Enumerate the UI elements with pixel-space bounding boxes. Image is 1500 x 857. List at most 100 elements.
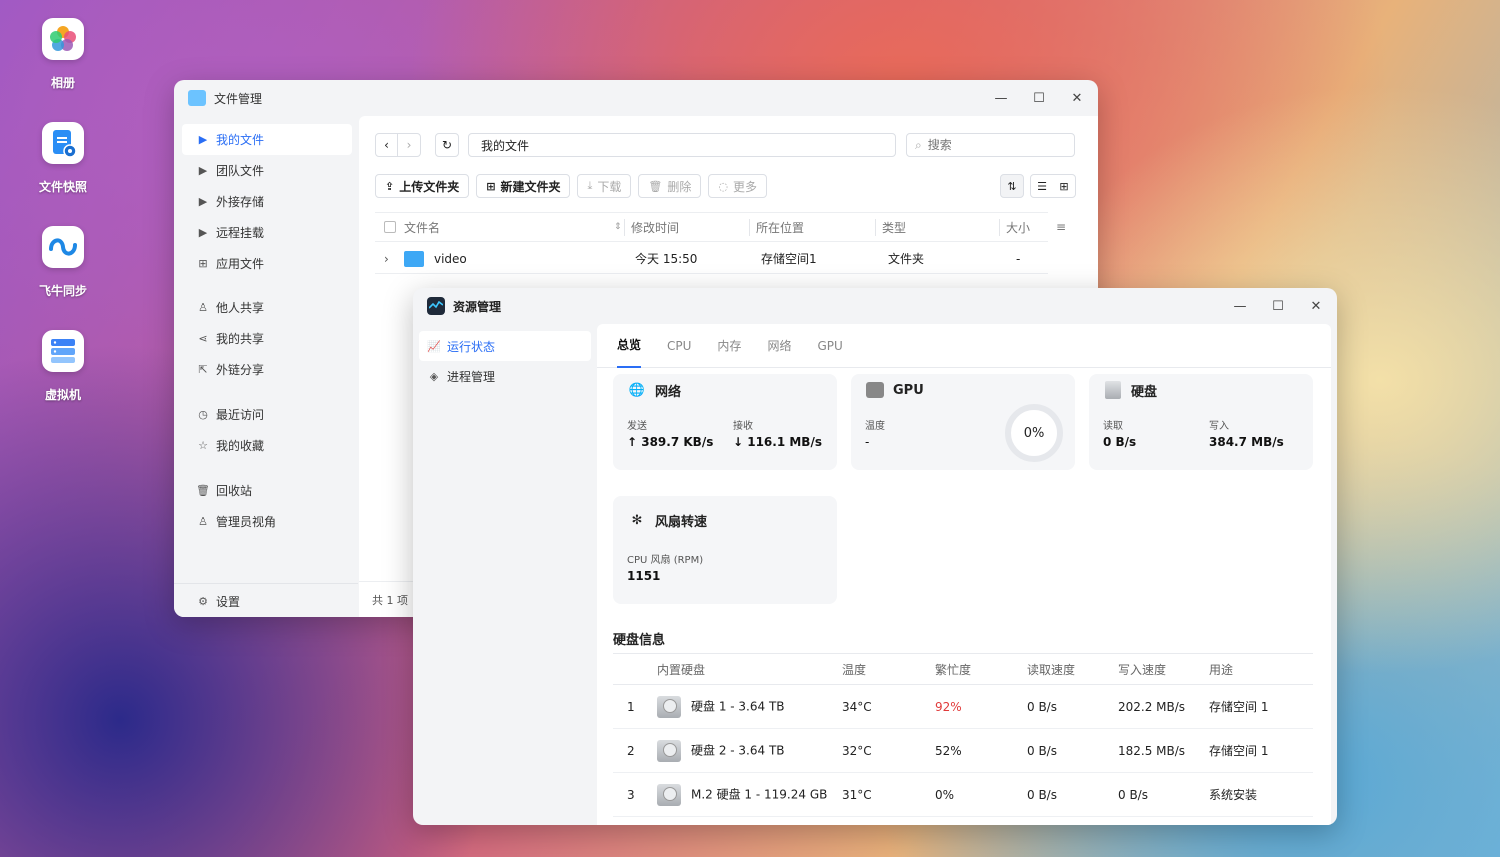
grid-view-button[interactable]: ⊞ [1053,175,1075,197]
sidebar-item-recent[interactable]: ◷ 最近访问 [182,399,352,430]
path-bar[interactable]: 我的文件 [468,133,896,157]
tab-network[interactable]: 网络 [767,324,791,368]
upload-folder-button[interactable]: ⇪ 上传文件夹 [375,174,470,198]
gpu-chip-icon [865,380,885,400]
send-label: 发送 [627,421,647,432]
back-button[interactable]: ‹ [376,134,398,156]
desktop-icon-vm[interactable]: 虚拟机 [22,330,104,403]
settings-button[interactable]: ⚙ 设置 [182,586,352,617]
ssd-icon [657,783,681,806]
settings-label: 设置 [216,595,241,609]
sidebar-item-label: 他人共享 [216,301,265,315]
maximize-button[interactable]: ☐ [1020,80,1058,116]
file-manager-titlebar[interactable]: 文件管理 — ☐ ✕ [174,80,1098,116]
sidebar-item-app-files[interactable]: ⊞ 应用文件 [182,248,352,279]
desktop-icon-label: 文件快照 [38,180,87,194]
disk-temp: 32°C [842,728,935,773]
refresh-button[interactable]: ↻ [435,133,459,157]
delete-button[interactable]: 🗑 删除 [638,174,702,198]
receive-value: ↓ 116.1 MB/s [733,435,822,449]
more-button[interactable]: ◌ 更多 [708,174,767,198]
file-size: - [1016,251,1021,266]
file-type: 文件夹 [888,252,925,266]
sidebar-item-remote-mount[interactable]: ▶ 远程挂载 [182,217,352,248]
resource-monitor-app-icon [427,297,445,315]
layers-icon: ◈ [429,369,439,383]
send-value: ↑ 389.7 KB/s [627,435,714,449]
file-snapshot-icon [42,122,84,164]
desktop-icon-photos[interactable]: 相册 [22,18,104,91]
sidebar-item-process-manager[interactable]: ◈ 进程管理 [419,361,591,391]
hdd-icon [657,739,681,762]
disk-read: 0 B/s [1027,684,1118,729]
maximize-button[interactable]: ☐ [1259,288,1297,324]
column-modified[interactable]: 修改时间 [624,218,749,236]
tab-overview[interactable]: 总览 [617,324,642,368]
share-icon: ⋖ [198,332,208,345]
sidebar-item-team-files[interactable]: ▶ 团队文件 [182,155,352,186]
gpu-usage-ring: 0% [1005,404,1063,462]
trash-icon: 🗑 [648,179,663,193]
column-filename[interactable]: 文件名 [404,219,614,236]
download-button[interactable]: ⤓ 下载 [577,174,632,198]
sync-icon [42,226,84,268]
sidebar-item-favorites[interactable]: ☆ 我的收藏 [182,430,352,461]
desktop-icon-file-snapshot[interactable]: 文件快照 [22,122,104,195]
disk-temp: 31°C [842,772,935,817]
search-input[interactable] [927,138,1048,152]
sidebar-item-external-storage[interactable]: ▶ 外接存储 [182,186,352,217]
fan-label: CPU 风扇 (RPM) [627,555,704,566]
table-row[interactable]: › video 今天 15:50 存储空间1 文件夹 - [375,244,1048,274]
disk-busy: 52% [935,728,1027,773]
sidebar-item-shared-with-me[interactable]: ♙ 他人共享 [182,292,352,323]
new-folder-label: 新建文件夹 [500,179,561,194]
sidebar-item-label: 外接存储 [216,195,265,209]
item-count: 共 1 项 [372,593,408,607]
expand-icon[interactable]: › [384,252,396,266]
desktop-icon-sync[interactable]: 飞牛同步 [22,226,104,299]
photos-icon [42,18,84,60]
list-view-button[interactable]: ☰ [1031,175,1053,197]
fan-value: 1151 [627,569,661,583]
minimize-button[interactable]: — [982,80,1020,116]
resource-manager-titlebar[interactable]: 资源管理 — ☐ ✕ [413,288,1337,324]
sidebar-item-running-status[interactable]: 📈 运行状态 [419,331,591,361]
download-label: 下载 [597,179,622,194]
sidebar-item-link-shares[interactable]: ⇱ 外链分享 [182,354,352,385]
search-box[interactable]: ⌕ [906,133,1075,157]
new-folder-button[interactable]: ⊞ 新建文件夹 [476,174,571,198]
sidebar-item-label: 我的共享 [216,332,265,346]
disk-read-value: 0 B/s [1103,435,1137,449]
tab-memory[interactable]: 内存 [717,324,741,368]
search-icon: ⌕ [915,137,922,152]
sort-button[interactable]: ⇅ [1000,174,1024,198]
column-location[interactable]: 所在位置 [749,218,875,236]
table-row[interactable]: 2 硬盘 2 - 3.64 TB 32°C 52% 0 B/s 182.5 MB… [613,728,1313,773]
forward-button[interactable]: › [398,134,420,156]
column-disk: 内置硬盘 [657,653,842,685]
close-button[interactable]: ✕ [1058,80,1096,116]
close-button[interactable]: ✕ [1297,288,1335,324]
star-icon: ☆ [198,439,208,452]
tab-gpu[interactable]: GPU [817,324,842,368]
sidebar-item-recycle-bin[interactable]: 🗑 回收站 [182,475,352,506]
column-busy: 繁忙度 [935,653,1027,685]
network-title: 网络 [655,384,682,400]
send-rate: 389.7 KB/s [641,435,714,449]
desktop-icon-label: 虚拟机 [44,388,81,402]
column-size[interactable]: 大小 [999,218,1039,236]
disk-index: 3 [613,772,657,817]
sidebar-item-admin-view[interactable]: ♙ 管理员视角 [182,506,352,537]
tab-cpu[interactable]: CPU [667,324,691,368]
table-row[interactable]: 3 M.2 硬盘 1 - 119.24 GB 31°C 0% 0 B/s 0 B… [613,772,1313,817]
select-all-checkbox[interactable] [384,221,396,233]
disk-index: 2 [613,728,657,773]
sidebar-item-my-shares[interactable]: ⋖ 我的共享 [182,323,352,354]
sidebar-item-my-files[interactable]: ▶ 我的文件 [182,124,352,155]
folder-plus-icon: ⊞ [486,179,496,193]
minimize-button[interactable]: — [1221,288,1259,324]
column-settings-icon[interactable]: ≡ [1056,220,1066,234]
table-row[interactable]: 1 硬盘 1 - 3.64 TB 34°C 92% 0 B/s 202.2 MB… [613,684,1313,729]
column-type[interactable]: 类型 [875,218,999,236]
disk-write: 202.2 MB/s [1118,684,1209,729]
